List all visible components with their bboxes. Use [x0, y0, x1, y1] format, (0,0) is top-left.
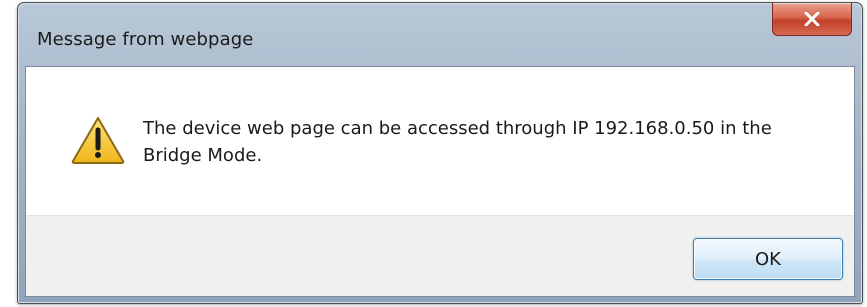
close-icon [804, 12, 820, 26]
dialog-message: The device web page can be accessed thro… [143, 118, 772, 166]
warning-icon [71, 117, 125, 164]
dialog-body: The device web page can be accessed thro… [25, 66, 855, 297]
title-bar[interactable]: Message from webpage [18, 3, 862, 63]
button-bar: OK [26, 215, 854, 296]
dialog-window: Message from webpage The device web page… [17, 2, 863, 304]
dialog-title: Message from webpage [37, 29, 254, 50]
ok-button[interactable]: OK [693, 238, 843, 280]
message-area: The device web page can be accessed thro… [26, 67, 854, 215]
close-button[interactable] [772, 3, 852, 36]
